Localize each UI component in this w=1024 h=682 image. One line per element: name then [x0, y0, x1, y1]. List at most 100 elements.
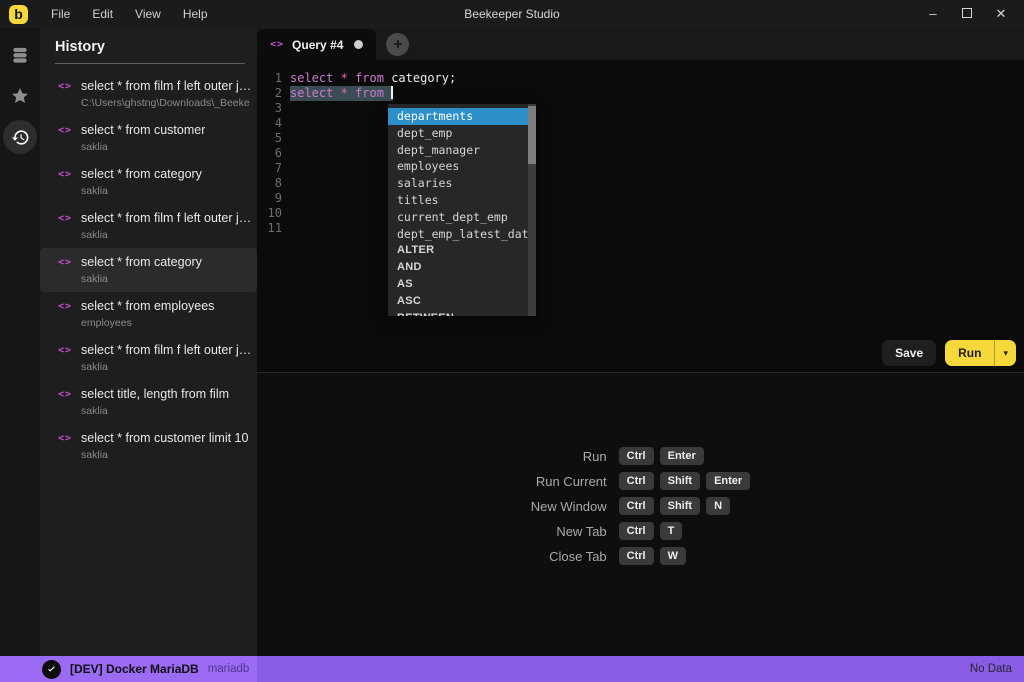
autocomplete-item[interactable]: AND: [388, 259, 536, 276]
run-button[interactable]: Run: [945, 340, 994, 366]
autocomplete-item[interactable]: dept_emp_latest_date: [388, 226, 536, 243]
shortcut-keys: CtrlT: [619, 522, 751, 540]
history-item[interactable]: <> select * from film f left outer j… sa…: [40, 204, 257, 248]
code-line: 8: [257, 176, 1024, 191]
history-item[interactable]: <> select * from film f left outer j… sa…: [40, 336, 257, 380]
code-lines: 1 select * from category; 2 select * fro…: [257, 71, 1024, 236]
autocomplete-item[interactable]: ASC: [388, 293, 536, 310]
close-button[interactable]: ✕: [994, 0, 1008, 28]
code-icon: <>: [58, 169, 72, 197]
history-item-subtitle: C:\Users\ghstng\Downloads\_Beeke…: [81, 97, 251, 109]
code-line: 7: [257, 161, 1024, 176]
history-item-subtitle: saklia: [81, 449, 248, 461]
menu-item[interactable]: View: [124, 0, 172, 28]
shortcut-label: New Tab: [531, 524, 607, 539]
history-item[interactable]: <> select * from customer saklia: [40, 116, 257, 160]
tab-bar: <> Query #4 +: [257, 28, 1024, 60]
shortcut-keys: CtrlShiftEnter: [619, 472, 751, 490]
code-icon: <>: [58, 125, 72, 153]
line-number: 6: [263, 146, 282, 161]
shortcut-keys: Ctrl W: [619, 547, 751, 565]
sidebar-item-favorites[interactable]: [3, 79, 37, 113]
autocomplete-item[interactable]: dept_manager: [388, 142, 536, 159]
code-line: 1 select * from category;: [257, 71, 1024, 86]
add-tab-button[interactable]: +: [386, 33, 409, 56]
code-icon: <>: [58, 81, 72, 109]
menu-item[interactable]: File: [40, 0, 81, 28]
line-number: 8: [263, 176, 282, 191]
shortcut-label: Run Current: [531, 474, 607, 489]
history-item-title: select title, length from film: [81, 387, 229, 401]
line-number: 9: [263, 191, 282, 206]
menu-item[interactable]: Help: [172, 0, 219, 28]
code-icon: <>: [270, 39, 284, 50]
line-number: 1: [263, 71, 282, 86]
connection-status[interactable]: [DEV] Docker MariaDB mariadb: [0, 656, 257, 682]
shortcut-label: Run: [531, 449, 607, 464]
sidebar-item-connections[interactable]: [3, 38, 37, 72]
key-badge: Ctrl: [619, 497, 654, 515]
history-item[interactable]: <> select title, length from film saklia: [40, 380, 257, 424]
window-controls: – ✕: [926, 0, 1024, 28]
key-badge: Shift: [660, 472, 700, 490]
code-icon: <>: [58, 433, 72, 461]
history-item[interactable]: <> select * from customer limit 10 sakli…: [40, 424, 257, 468]
autocomplete-item[interactable]: salaries: [388, 175, 536, 192]
key-badge: W: [660, 547, 686, 565]
maximize-button[interactable]: [960, 0, 974, 28]
line-number: 4: [263, 116, 282, 131]
line-number: 11: [263, 221, 282, 236]
code-icon: <>: [58, 345, 72, 373]
history-item-title: select * from category: [81, 167, 202, 181]
autocomplete-item[interactable]: employees: [388, 158, 536, 175]
status-bar: [DEV] Docker MariaDB mariadb No Data: [0, 656, 1024, 682]
autocomplete-dropdown: departments dept_emp dept_manager employ…: [388, 104, 536, 316]
key-badge: Shift: [660, 497, 700, 515]
key-badge: Ctrl: [619, 547, 654, 565]
code-icon: <>: [58, 257, 72, 285]
content-area: <> Query #4 + 1 select * from category;: [257, 28, 1024, 656]
editor-actions: Save Run ▾: [882, 340, 1016, 366]
text-cursor: [391, 86, 393, 99]
code-line: 6: [257, 146, 1024, 161]
titlebar: b FileEditViewHelp Beekeeper Studio – ✕: [0, 0, 1024, 28]
results-panel: Run CtrlEnter Run Current CtrlShiftEnter…: [257, 372, 1024, 656]
history-icon: [11, 128, 30, 147]
key-badge: T: [660, 522, 683, 540]
sidebar-item-history[interactable]: [3, 120, 37, 154]
autocomplete-item[interactable]: current_dept_emp: [388, 209, 536, 226]
history-item[interactable]: <> select * from employees employees: [40, 292, 257, 336]
history-list: <> select * from film f left outer j… C:…: [40, 64, 257, 468]
line-number: 7: [263, 161, 282, 176]
history-item-subtitle: employees: [81, 317, 214, 329]
history-item-title: select * from film f left outer j…: [81, 79, 251, 93]
run-options-button[interactable]: ▾: [994, 340, 1016, 366]
code-line: 5: [257, 131, 1024, 146]
tab-query-4[interactable]: <> Query #4: [257, 29, 376, 60]
shortcut-keys: CtrlEnter: [619, 447, 751, 465]
minimize-button[interactable]: –: [926, 0, 940, 28]
autocomplete-item[interactable]: BETWEEN: [388, 310, 536, 316]
dropdown-scrollbar[interactable]: [528, 104, 536, 316]
sql-editor[interactable]: 1 select * from category; 2 select * fro…: [257, 60, 1024, 372]
history-item[interactable]: <> select * from film f left outer j… C:…: [40, 72, 257, 116]
history-header: History: [55, 28, 245, 64]
code-line: 3: [257, 101, 1024, 116]
history-item[interactable]: <> select * from category saklia: [40, 248, 257, 292]
history-item-title: select * from employees: [81, 299, 214, 313]
code-icon: <>: [58, 301, 72, 329]
autocomplete-item[interactable]: dept_emp: [388, 125, 536, 142]
save-button[interactable]: Save: [882, 340, 936, 366]
line-number: 2: [263, 86, 282, 101]
scrollbar-thumb[interactable]: [528, 106, 536, 164]
autocomplete-item[interactable]: ALTER: [388, 242, 536, 259]
history-item-subtitle: saklia: [81, 141, 205, 153]
menubar: FileEditViewHelp: [40, 0, 219, 28]
shortcut-label: New Window: [531, 499, 607, 514]
autocomplete-item[interactable]: titles: [388, 192, 536, 209]
menu-item[interactable]: Edit: [81, 0, 124, 28]
autocomplete-item[interactable]: AS: [388, 276, 536, 293]
no-data-label: No Data: [970, 663, 1012, 675]
autocomplete-item[interactable]: departments: [388, 108, 536, 125]
history-item[interactable]: <> select * from category saklia: [40, 160, 257, 204]
